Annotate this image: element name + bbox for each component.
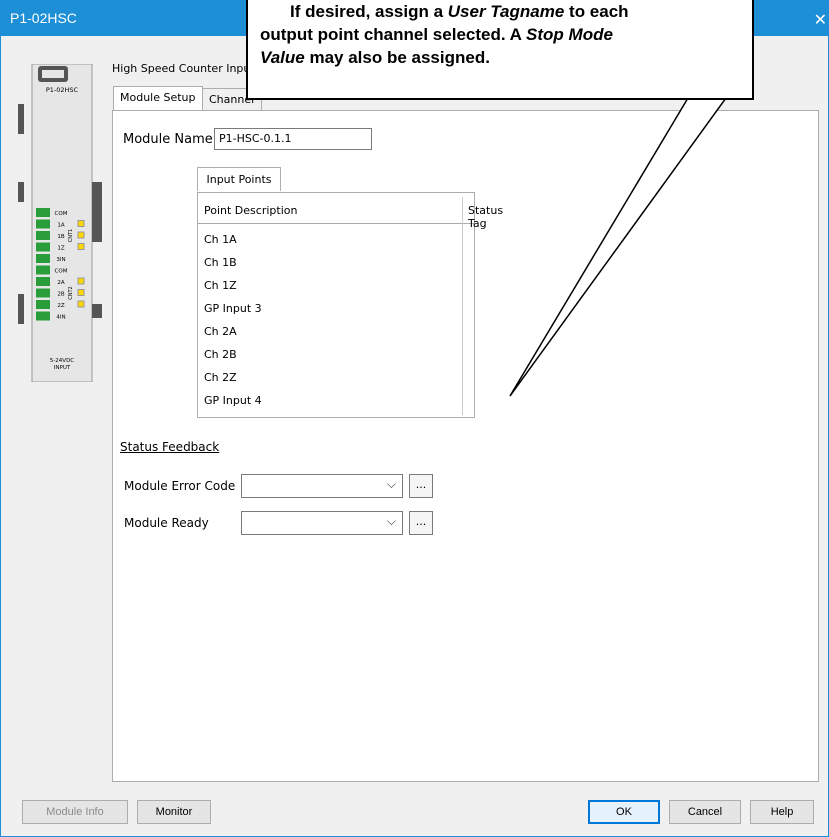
tab-input-points[interactable]: Input Points bbox=[197, 167, 281, 191]
callout-box: If desired, assign a User Tagname to eac… bbox=[246, 0, 754, 100]
callout-pointer bbox=[509, 97, 728, 397]
callout-text: If desired, assign a User Tagname to eac… bbox=[260, 2, 629, 67]
tab-module-setup[interactable]: Module Setup bbox=[113, 86, 203, 110]
